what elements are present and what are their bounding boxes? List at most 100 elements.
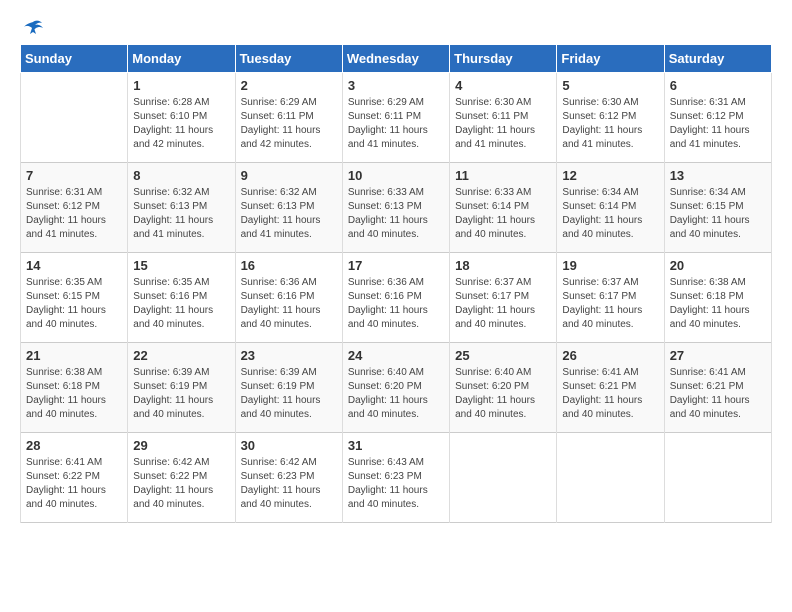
day-detail: Sunrise: 6:35 AMSunset: 6:15 PMDaylight:…	[26, 276, 122, 332]
day-detail: Sunrise: 6:29 AMSunset: 6:11 PMDaylight:…	[348, 96, 444, 152]
day-number: 17	[348, 258, 444, 273]
day-number: 10	[348, 168, 444, 183]
day-detail: Sunrise: 6:33 AMSunset: 6:13 PMDaylight:…	[348, 186, 444, 242]
day-number: 6	[670, 78, 766, 93]
calendar-cell: 1 Sunrise: 6:28 AMSunset: 6:10 PMDaylight…	[128, 73, 235, 163]
day-number: 19	[562, 258, 658, 273]
calendar-cell: 22 Sunrise: 6:39 AMSunset: 6:19 PMDayligh…	[128, 343, 235, 433]
calendar-cell: 29 Sunrise: 6:42 AMSunset: 6:22 PMDayligh…	[128, 433, 235, 523]
calendar-cell: 8 Sunrise: 6:32 AMSunset: 6:13 PMDaylight…	[128, 163, 235, 253]
day-number: 28	[26, 438, 122, 453]
calendar-cell: 24 Sunrise: 6:40 AMSunset: 6:20 PMDayligh…	[342, 343, 449, 433]
calendar-week-row: 21 Sunrise: 6:38 AMSunset: 6:18 PMDayligh…	[21, 343, 772, 433]
calendar-cell: 11 Sunrise: 6:33 AMSunset: 6:14 PMDayligh…	[450, 163, 557, 253]
calendar-header-tuesday: Tuesday	[235, 45, 342, 73]
calendar-cell: 18 Sunrise: 6:37 AMSunset: 6:17 PMDayligh…	[450, 253, 557, 343]
calendar-cell: 9 Sunrise: 6:32 AMSunset: 6:13 PMDaylight…	[235, 163, 342, 253]
day-detail: Sunrise: 6:28 AMSunset: 6:10 PMDaylight:…	[133, 96, 229, 152]
day-number: 18	[455, 258, 551, 273]
day-number: 15	[133, 258, 229, 273]
day-detail: Sunrise: 6:37 AMSunset: 6:17 PMDaylight:…	[455, 276, 551, 332]
day-number: 16	[241, 258, 337, 273]
day-detail: Sunrise: 6:34 AMSunset: 6:15 PMDaylight:…	[670, 186, 766, 242]
day-number: 3	[348, 78, 444, 93]
day-number: 20	[670, 258, 766, 273]
day-number: 31	[348, 438, 444, 453]
day-detail: Sunrise: 6:37 AMSunset: 6:17 PMDaylight:…	[562, 276, 658, 332]
day-detail: Sunrise: 6:30 AMSunset: 6:11 PMDaylight:…	[455, 96, 551, 152]
day-number: 11	[455, 168, 551, 183]
calendar-week-row: 7 Sunrise: 6:31 AMSunset: 6:12 PMDaylight…	[21, 163, 772, 253]
day-detail: Sunrise: 6:41 AMSunset: 6:21 PMDaylight:…	[670, 366, 766, 422]
day-number: 26	[562, 348, 658, 363]
day-number: 1	[133, 78, 229, 93]
calendar-cell: 6 Sunrise: 6:31 AMSunset: 6:12 PMDaylight…	[664, 73, 771, 163]
calendar-cell: 28 Sunrise: 6:41 AMSunset: 6:22 PMDayligh…	[21, 433, 128, 523]
calendar-week-row: 1 Sunrise: 6:28 AMSunset: 6:10 PMDaylight…	[21, 73, 772, 163]
calendar-cell: 5 Sunrise: 6:30 AMSunset: 6:12 PMDaylight…	[557, 73, 664, 163]
calendar-cell: 3 Sunrise: 6:29 AMSunset: 6:11 PMDaylight…	[342, 73, 449, 163]
calendar-cell: 31 Sunrise: 6:43 AMSunset: 6:23 PMDayligh…	[342, 433, 449, 523]
calendar-header-sunday: Sunday	[21, 45, 128, 73]
calendar-cell: 4 Sunrise: 6:30 AMSunset: 6:11 PMDaylight…	[450, 73, 557, 163]
day-number: 5	[562, 78, 658, 93]
calendar-cell: 2Sunrise: 6:29 AMSunset: 6:11 PMDaylight…	[235, 73, 342, 163]
calendar-header-row: SundayMondayTuesdayWednesdayThursdayFrid…	[21, 45, 772, 73]
day-number: 8	[133, 168, 229, 183]
day-detail: Sunrise: 6:42 AMSunset: 6:23 PMDaylight:…	[241, 456, 337, 512]
day-detail: Sunrise: 6:33 AMSunset: 6:14 PMDaylight:…	[455, 186, 551, 242]
calendar-cell: 26 Sunrise: 6:41 AMSunset: 6:21 PMDayligh…	[557, 343, 664, 433]
day-detail: Sunrise: 6:32 AMSunset: 6:13 PMDaylight:…	[241, 186, 337, 242]
day-detail: Sunrise: 6:43 AMSunset: 6:23 PMDaylight:…	[348, 456, 444, 512]
day-number: 22	[133, 348, 229, 363]
calendar-cell: 7 Sunrise: 6:31 AMSunset: 6:12 PMDaylight…	[21, 163, 128, 253]
day-detail: Sunrise: 6:35 AMSunset: 6:16 PMDaylight:…	[133, 276, 229, 332]
day-number: 27	[670, 348, 766, 363]
calendar-cell: 14 Sunrise: 6:35 AMSunset: 6:15 PMDayligh…	[21, 253, 128, 343]
calendar-cell	[557, 433, 664, 523]
day-detail: Sunrise: 6:39 AMSunset: 6:19 PMDaylight:…	[133, 366, 229, 422]
calendar-cell	[664, 433, 771, 523]
day-detail: Sunrise: 6:30 AMSunset: 6:12 PMDaylight:…	[562, 96, 658, 152]
day-number: 4	[455, 78, 551, 93]
calendar-header-wednesday: Wednesday	[342, 45, 449, 73]
day-detail: Sunrise: 6:29 AMSunset: 6:11 PMDaylight:…	[241, 96, 337, 152]
day-detail: Sunrise: 6:41 AMSunset: 6:22 PMDaylight:…	[26, 456, 122, 512]
calendar-cell	[450, 433, 557, 523]
logo	[20, 20, 44, 34]
day-number: 13	[670, 168, 766, 183]
calendar-table: SundayMondayTuesdayWednesdayThursdayFrid…	[20, 44, 772, 523]
day-detail: Sunrise: 6:40 AMSunset: 6:20 PMDaylight:…	[348, 366, 444, 422]
calendar-cell	[21, 73, 128, 163]
calendar-cell: 16 Sunrise: 6:36 AMSunset: 6:16 PMDayligh…	[235, 253, 342, 343]
day-detail: Sunrise: 6:32 AMSunset: 6:13 PMDaylight:…	[133, 186, 229, 242]
calendar-cell: 15 Sunrise: 6:35 AMSunset: 6:16 PMDayligh…	[128, 253, 235, 343]
day-number: 29	[133, 438, 229, 453]
day-number: 21	[26, 348, 122, 363]
calendar-header-friday: Friday	[557, 45, 664, 73]
day-detail: Sunrise: 6:36 AMSunset: 6:16 PMDaylight:…	[241, 276, 337, 332]
calendar-week-row: 14 Sunrise: 6:35 AMSunset: 6:15 PMDayligh…	[21, 253, 772, 343]
day-detail: Sunrise: 6:31 AMSunset: 6:12 PMDaylight:…	[670, 96, 766, 152]
day-number: 7	[26, 168, 122, 183]
day-detail: Sunrise: 6:38 AMSunset: 6:18 PMDaylight:…	[26, 366, 122, 422]
day-number: 14	[26, 258, 122, 273]
day-number: 9	[241, 168, 337, 183]
day-detail: Sunrise: 6:39 AMSunset: 6:19 PMDaylight:…	[241, 366, 337, 422]
calendar-cell: 10 Sunrise: 6:33 AMSunset: 6:13 PMDayligh…	[342, 163, 449, 253]
calendar-cell: 30 Sunrise: 6:42 AMSunset: 6:23 PMDayligh…	[235, 433, 342, 523]
day-number: 30	[241, 438, 337, 453]
calendar-cell: 20 Sunrise: 6:38 AMSunset: 6:18 PMDayligh…	[664, 253, 771, 343]
calendar-cell: 23 Sunrise: 6:39 AMSunset: 6:19 PMDayligh…	[235, 343, 342, 433]
day-detail: Sunrise: 6:41 AMSunset: 6:21 PMDaylight:…	[562, 366, 658, 422]
day-number: 24	[348, 348, 444, 363]
calendar-header-thursday: Thursday	[450, 45, 557, 73]
day-number: 23	[241, 348, 337, 363]
day-detail: Sunrise: 6:34 AMSunset: 6:14 PMDaylight:…	[562, 186, 658, 242]
day-detail: Sunrise: 6:42 AMSunset: 6:22 PMDaylight:…	[133, 456, 229, 512]
logo-bird-icon	[22, 20, 44, 38]
day-detail: Sunrise: 6:31 AMSunset: 6:12 PMDaylight:…	[26, 186, 122, 242]
day-detail: Sunrise: 6:38 AMSunset: 6:18 PMDaylight:…	[670, 276, 766, 332]
day-detail: Sunrise: 6:36 AMSunset: 6:16 PMDaylight:…	[348, 276, 444, 332]
calendar-cell: 25Sunrise: 6:40 AMSunset: 6:20 PMDayligh…	[450, 343, 557, 433]
